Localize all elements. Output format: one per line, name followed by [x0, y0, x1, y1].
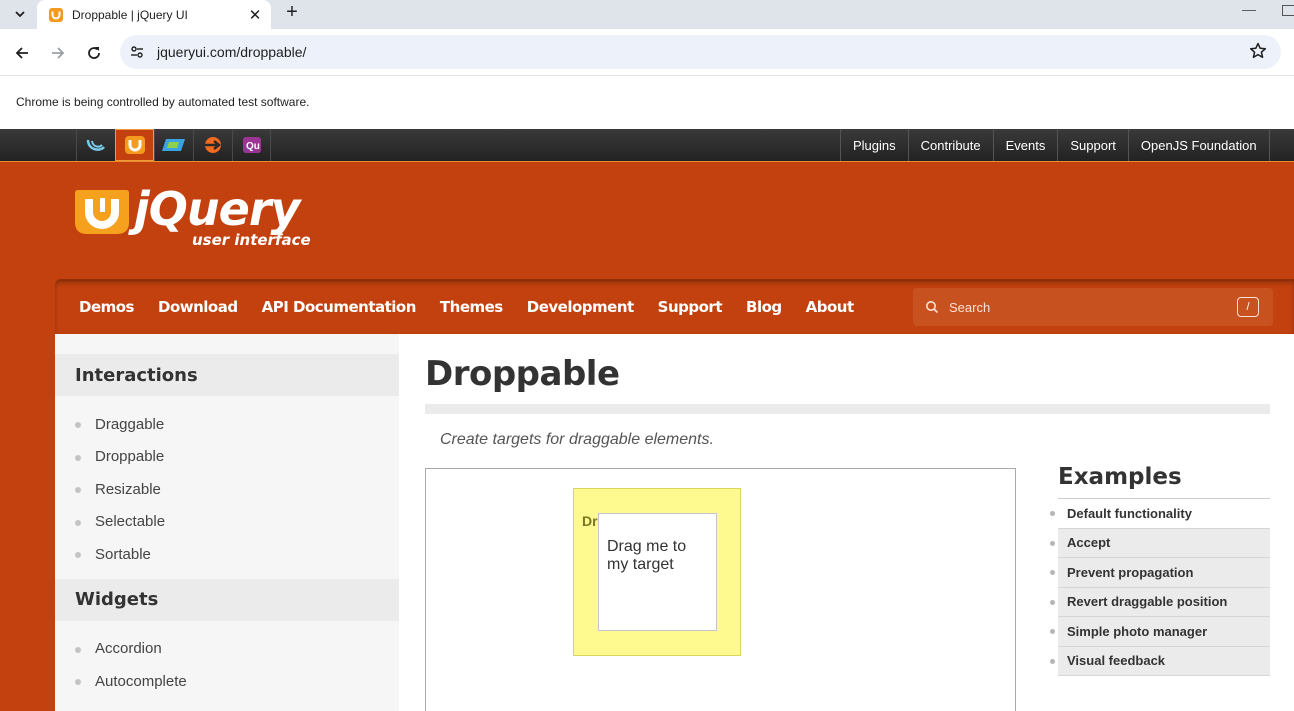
search-icon: [925, 300, 939, 314]
tab-title: Droppable | jQuery UI: [72, 7, 188, 22]
back-arrow-icon[interactable]: [8, 39, 36, 67]
title-divider: [425, 404, 1270, 414]
qunit-icon[interactable]: Qu: [232, 129, 271, 161]
nav-item-api-documentation[interactable]: API Documentation: [262, 298, 417, 316]
address-bar[interactable]: jqueryui.com/droppable/: [120, 35, 1281, 69]
demo-frame: Drop here Drag me to my target: [425, 468, 1016, 711]
tab-search-chevron-icon[interactable]: [7, 2, 33, 26]
example-revert-draggable-position[interactable]: Revert draggable position: [1050, 587, 1270, 617]
new-tab-plus-icon[interactable]: +: [280, 0, 304, 24]
global-links: Plugins Contribute Events Support OpenJS…: [840, 129, 1270, 161]
search-shortcut-key: /: [1237, 297, 1259, 317]
window-minimize-icon[interactable]: —: [1242, 1, 1256, 17]
sidebar-item-accordion[interactable]: Accordion: [75, 633, 399, 666]
global-link-contribute[interactable]: Contribute: [907, 129, 993, 161]
site-search-box: /: [913, 288, 1273, 326]
jquery-mobile-icon[interactable]: [154, 129, 193, 161]
droppable-target-label: Drop here: [582, 513, 598, 529]
jquery-ui-icon[interactable]: [115, 129, 154, 161]
automation-infobar: Chrome is being controlled by automated …: [0, 76, 1294, 129]
nav-item-download[interactable]: Download: [158, 298, 238, 316]
nav-item-blog[interactable]: Blog: [746, 298, 782, 316]
jquery-ui-logo-mark-icon: [75, 190, 129, 234]
sidebar-item-selectable[interactable]: Selectable: [75, 506, 399, 539]
nav-item-demos[interactable]: Demos: [79, 298, 135, 316]
draggable-box[interactable]: Drag me to my target: [598, 513, 717, 631]
infobar-text: Chrome is being controlled by automated …: [16, 95, 310, 109]
sidebar-list-interactions: Draggable Droppable Resizable Selectable…: [55, 396, 399, 579]
sidebar-item-autocomplete[interactable]: Autocomplete: [75, 665, 399, 698]
examples-title: Examples: [1058, 464, 1270, 499]
nav-item-development[interactable]: Development: [527, 298, 634, 316]
page-title: Droppable: [425, 354, 620, 394]
global-link-support[interactable]: Support: [1057, 129, 1128, 161]
main-column: Droppable Create targets for draggable e…: [425, 334, 1270, 711]
global-link-openjs-foundation[interactable]: OpenJS Foundation: [1127, 129, 1270, 161]
logo-wordmark: jQuery: [134, 182, 300, 236]
logo-subtext: user interface: [192, 231, 311, 249]
sidebar-item-sortable[interactable]: Sortable: [75, 538, 399, 571]
jquery-swirl-icon[interactable]: [76, 129, 115, 161]
sizzle-icon[interactable]: [193, 129, 232, 161]
window-maximize-icon[interactable]: [1282, 5, 1294, 16]
examples-list: Default functionality Accept Prevent pro…: [1050, 499, 1270, 676]
sidebar-item-draggable[interactable]: Draggable: [75, 408, 399, 441]
sidebar: Interactions Draggable Droppable Resizab…: [55, 334, 399, 711]
example-accept[interactable]: Accept: [1050, 528, 1270, 558]
main-navigation: Demos Download API Documentation Themes …: [55, 279, 1294, 334]
global-link-events[interactable]: Events: [992, 129, 1058, 161]
draggable-box-label: Drag me to my target: [607, 538, 687, 573]
global-link-plugins[interactable]: Plugins: [840, 129, 908, 161]
sidebar-item-droppable[interactable]: Droppable: [75, 441, 399, 474]
svg-text:Qu: Qu: [246, 141, 260, 152]
examples-panel: Examples Default functionality Accept Pr…: [1050, 464, 1270, 676]
forward-arrow-icon[interactable]: [44, 39, 72, 67]
example-visual-feedback[interactable]: Visual feedback: [1050, 646, 1270, 676]
sidebar-heading-widgets: Widgets: [55, 578, 399, 621]
example-simple-photo-manager[interactable]: Simple photo manager: [1050, 617, 1270, 647]
browser-tab-active[interactable]: Droppable | jQuery UI ✕: [37, 0, 271, 29]
main-nav-items: Demos Download API Documentation Themes …: [79, 298, 878, 316]
jquery-ui-favicon-icon: [48, 7, 64, 23]
page-subtitle: Create targets for draggable elements.: [440, 431, 714, 448]
sidebar-item-resizable[interactable]: Resizable: [75, 473, 399, 506]
example-prevent-propagation[interactable]: Prevent propagation: [1050, 558, 1270, 588]
site-info-tune-icon[interactable]: [129, 44, 145, 60]
example-default-functionality[interactable]: Default functionality: [1050, 499, 1270, 529]
page-content: Interactions Draggable Droppable Resizab…: [55, 334, 1294, 711]
project-icons: Qu: [76, 129, 271, 161]
sidebar-heading-interactions: Interactions: [55, 354, 399, 396]
jquery-ui-logo[interactable]: jQuery user interface: [74, 182, 334, 252]
nav-item-about[interactable]: About: [806, 298, 855, 316]
browser-toolbar: jqueryui.com/droppable/: [0, 29, 1294, 76]
browser-tabstrip: Droppable | jQuery UI ✕ + —: [0, 0, 1294, 29]
global-project-bar: Qu Plugins Contribute Events Support Ope…: [0, 129, 1294, 162]
reload-icon[interactable]: [80, 39, 108, 67]
url-text[interactable]: jqueryui.com/droppable/: [157, 44, 306, 60]
tab-close-icon[interactable]: ✕: [245, 5, 265, 25]
nav-item-themes[interactable]: Themes: [440, 298, 503, 316]
search-input[interactable]: [949, 288, 1229, 326]
nav-item-support[interactable]: Support: [658, 298, 723, 316]
bookmark-star-icon[interactable]: [1248, 41, 1268, 61]
sidebar-list-widgets: Accordion Autocomplete: [55, 621, 399, 706]
